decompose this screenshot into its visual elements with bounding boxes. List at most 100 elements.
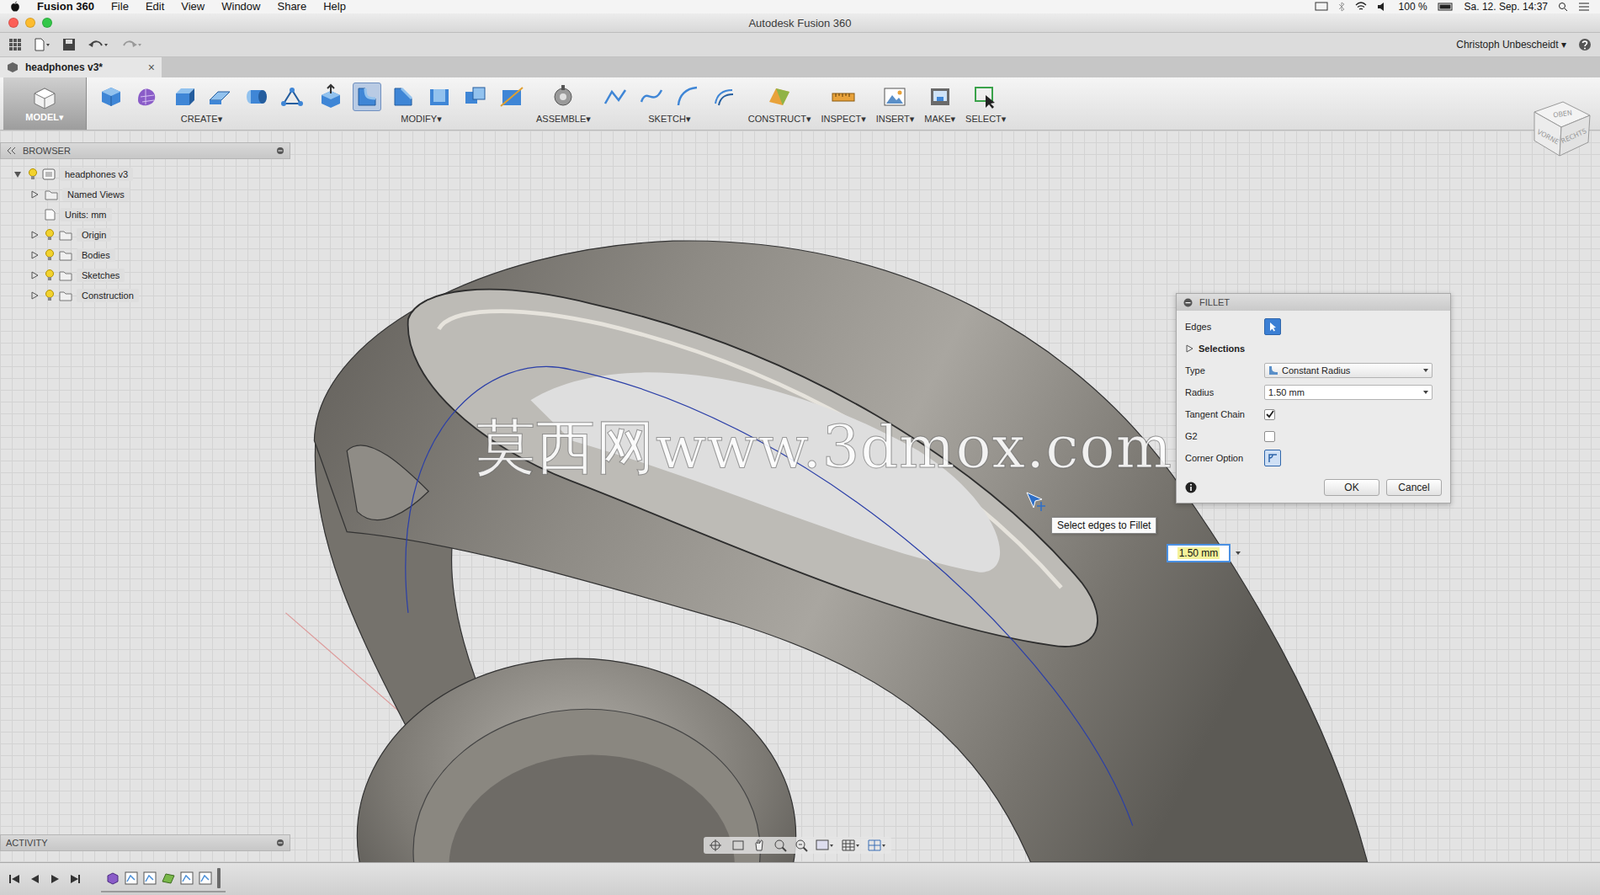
tool-button[interactable] bbox=[880, 82, 909, 112]
activity-header[interactable]: ACTIVITY bbox=[0, 834, 291, 851]
caret-icon[interactable] bbox=[1235, 551, 1241, 555]
tool-button[interactable] bbox=[277, 82, 307, 112]
checkbox[interactable] bbox=[1264, 409, 1276, 420]
tool-button[interactable] bbox=[600, 82, 630, 112]
menu-item[interactable]: Window bbox=[221, 0, 261, 14]
tool-button[interactable] bbox=[461, 82, 490, 112]
browser-item-label[interactable]: Construction bbox=[76, 288, 139, 303]
browser-item-label[interactable]: Sketches bbox=[76, 268, 125, 282]
go-to-start-icon[interactable] bbox=[8, 872, 21, 885]
look-at-icon[interactable] bbox=[731, 838, 745, 852]
info-icon[interactable] bbox=[1185, 481, 1197, 494]
corner-option-button[interactable] bbox=[1264, 449, 1282, 467]
grid-settings-icon[interactable] bbox=[841, 838, 861, 852]
tool-group-label[interactable]: ASSEMBLE▾ bbox=[536, 113, 591, 125]
tab-close[interactable]: × bbox=[148, 60, 155, 75]
menu-item[interactable]: Edit bbox=[145, 0, 165, 14]
tool-group-label[interactable]: INSERT▾ bbox=[876, 113, 915, 125]
dialog-header[interactable]: FILLET bbox=[1176, 293, 1451, 311]
expanded-arrow-icon[interactable] bbox=[13, 170, 22, 179]
dialog-button[interactable]: OK bbox=[1323, 478, 1380, 496]
fit-icon[interactable] bbox=[794, 838, 808, 852]
browser-item-label[interactable]: Named Views bbox=[62, 187, 130, 202]
user-menu[interactable]: Christoph Unbescheidt ▾ bbox=[1456, 38, 1567, 51]
save-icon[interactable] bbox=[62, 37, 76, 52]
sketch-feature-icon[interactable] bbox=[124, 871, 139, 885]
body-feature-icon[interactable] bbox=[106, 871, 120, 885]
sketch-feature-icon[interactable] bbox=[180, 871, 194, 885]
tool-button[interactable] bbox=[205, 82, 234, 112]
sketch-feature-icon[interactable] bbox=[143, 871, 157, 885]
tool-group-label[interactable]: MAKE▾ bbox=[924, 113, 956, 125]
viewport[interactable]: 莫西网www.3dmox.comBROWSERheadphones v3Name… bbox=[0, 130, 1600, 862]
browser-item[interactable]: Sketches bbox=[0, 265, 291, 286]
menu-item[interactable]: Help bbox=[323, 0, 346, 14]
tool-button[interactable] bbox=[548, 82, 578, 112]
tool-button[interactable] bbox=[132, 82, 162, 112]
collapsed-arrow-icon[interactable] bbox=[30, 190, 39, 199]
document-tab[interactable]: headphones v3*× bbox=[0, 57, 162, 78]
radius-heads-up-input[interactable]: 1.50 mm bbox=[1166, 543, 1241, 563]
tool-button[interactable] bbox=[829, 82, 858, 112]
type-dropdown[interactable]: Constant Radius bbox=[1264, 362, 1433, 378]
tool-group-label[interactable]: INSPECT▾ bbox=[820, 113, 866, 125]
collapse-dialog-icon[interactable] bbox=[1183, 297, 1193, 308]
menu-item[interactable]: View bbox=[180, 0, 205, 14]
tool-button[interactable] bbox=[169, 82, 198, 112]
sketch-feature-icon[interactable] bbox=[198, 871, 213, 885]
tool-button[interactable] bbox=[673, 82, 702, 112]
browser-item[interactable]: Bodies bbox=[0, 244, 291, 266]
orbit-icon[interactable] bbox=[708, 838, 724, 852]
tool-group-label[interactable]: MODIFY▾ bbox=[400, 113, 442, 125]
step-forward-icon[interactable] bbox=[69, 872, 81, 885]
pan-icon[interactable] bbox=[752, 838, 766, 852]
radius-field[interactable]: 1.50 mm bbox=[1166, 543, 1231, 563]
viewports-icon[interactable] bbox=[867, 838, 887, 852]
tool-button[interactable] bbox=[925, 82, 955, 112]
browser-item[interactable]: Named Views bbox=[0, 184, 291, 205]
dialog-button[interactable]: Cancel bbox=[1386, 478, 1442, 496]
tool-button[interactable] bbox=[352, 82, 382, 112]
play-icon[interactable] bbox=[48, 872, 61, 885]
tool-button[interactable] bbox=[497, 82, 527, 112]
help-icon[interactable] bbox=[1578, 37, 1592, 52]
zoom-button[interactable] bbox=[42, 17, 53, 28]
timeline-marker[interactable] bbox=[217, 867, 221, 888]
collapsed-arrow-icon[interactable] bbox=[30, 250, 39, 260]
view-cube[interactable]: OBENVORNERECHTS bbox=[1525, 93, 1595, 163]
collapse-icon[interactable] bbox=[5, 146, 16, 155]
radius-input[interactable]: 1.50 mm bbox=[1264, 384, 1433, 400]
tool-button[interactable] bbox=[425, 82, 454, 112]
tool-group-label[interactable]: SKETCH▾ bbox=[648, 113, 691, 125]
undo-icon[interactable] bbox=[87, 37, 110, 52]
selections-section[interactable]: Selections bbox=[1185, 337, 1442, 360]
collapsed-arrow-icon[interactable] bbox=[30, 291, 39, 300]
close-button[interactable] bbox=[8, 17, 19, 28]
display-settings-icon[interactable] bbox=[815, 838, 835, 852]
tool-button[interactable] bbox=[241, 82, 271, 112]
step-back-icon[interactable] bbox=[28, 872, 41, 885]
tool-button[interactable] bbox=[96, 82, 126, 112]
menu-item[interactable]: Fusion 360 bbox=[37, 0, 95, 14]
browser-item-label[interactable]: Origin bbox=[76, 228, 112, 242]
collapsed-arrow-icon[interactable] bbox=[1185, 344, 1194, 353]
plane-feature-icon[interactable] bbox=[161, 871, 176, 885]
tool-button[interactable] bbox=[316, 82, 346, 112]
tool-button[interactable] bbox=[971, 82, 1000, 112]
file-icon[interactable] bbox=[33, 37, 51, 52]
data-panel-icon[interactable] bbox=[8, 37, 22, 52]
redo-icon[interactable] bbox=[121, 37, 144, 52]
collapsed-arrow-icon[interactable] bbox=[30, 271, 39, 280]
tool-button[interactable] bbox=[388, 82, 418, 112]
pin-icon[interactable] bbox=[276, 146, 285, 155]
tool-button[interactable] bbox=[637, 82, 666, 112]
browser-item-label[interactable]: Bodies bbox=[76, 248, 116, 262]
browser-item-label[interactable]: Units: mm bbox=[59, 207, 112, 222]
tool-group-label[interactable]: CREATE▾ bbox=[180, 113, 223, 125]
workspace-switcher[interactable]: MODEL▾ bbox=[3, 77, 87, 130]
tool-group-label[interactable]: CONSTRUCT▾ bbox=[748, 113, 812, 125]
zoom-icon[interactable] bbox=[773, 838, 787, 852]
pin-icon[interactable] bbox=[276, 838, 285, 847]
collapsed-arrow-icon[interactable] bbox=[30, 230, 39, 240]
minimize-button[interactable] bbox=[25, 17, 36, 28]
